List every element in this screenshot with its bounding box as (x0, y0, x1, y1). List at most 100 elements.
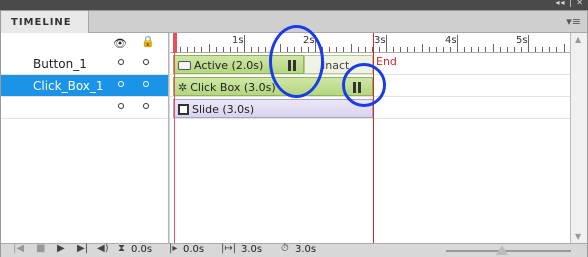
tab-timeline[interactable]: TIMELINE (1, 11, 89, 33)
window-controls[interactable]: ◂◂ | ✕ (555, 0, 584, 7)
playhead-line (174, 53, 175, 243)
ruler-tick (386, 35, 387, 52)
play-icon[interactable]: ▶ (57, 243, 65, 254)
visibility-dot[interactable] (118, 81, 124, 87)
ruler-tick (457, 35, 458, 52)
ruler-tick (187, 47, 189, 52)
ruler-tick (492, 44, 494, 52)
ruler-tick (449, 47, 451, 52)
stop-icon[interactable]: ■ (36, 243, 45, 254)
layer-list: 👁 🔒 Button_1 Click_Box_1 (1, 33, 169, 243)
zoom-slider[interactable] (446, 245, 571, 255)
ruler-tick (364, 47, 366, 52)
ruler-tick (563, 44, 565, 52)
vertical-scrollbar[interactable]: ▲ ▼ (570, 33, 587, 243)
lock-dot[interactable] (143, 59, 149, 65)
lock-icon[interactable]: 🔒 (141, 35, 155, 48)
ruler-tick (265, 47, 267, 52)
scroll-up-icon[interactable]: ▲ (575, 35, 581, 44)
lock-dot[interactable] (143, 103, 149, 109)
ruler-tick (229, 47, 231, 52)
timeline-footer: |◀ ■ ▶ ▶| ◀) ⧗ 0.0s |▸ 0.0s |↦| 3.0s ⏱ 3… (1, 243, 587, 257)
ruler-label-5s: 5s (516, 35, 528, 46)
active-label: Active (2.0s) (194, 59, 264, 72)
ruler-tick (442, 47, 444, 52)
layer-name: Click_Box_1 (33, 79, 104, 93)
ruler-tick (244, 35, 245, 52)
ruler-tick (180, 47, 182, 52)
ruler-tick (556, 47, 558, 52)
scroll-down-icon[interactable]: ▼ (575, 232, 581, 241)
end-label: End (376, 55, 397, 68)
ruler-tick (499, 47, 501, 52)
visibility-dot[interactable] (118, 103, 124, 109)
ruler-tick (520, 47, 522, 52)
audio-icon[interactable]: ◀) (97, 243, 109, 254)
ruler-label-3s: 3s (374, 35, 386, 46)
ruler-tick (528, 35, 529, 52)
ruler-tick (414, 47, 416, 52)
ruler-tick (350, 44, 352, 52)
slide-label: Slide (3.0s) (192, 103, 255, 116)
highlight-circle (269, 25, 324, 98)
ruler-tick (208, 44, 210, 52)
layer-name: Button_1 (33, 57, 87, 71)
time-current: 0.0s (131, 244, 153, 255)
timer-icon: ⏱ (281, 243, 289, 254)
time-ruler[interactable]: 1s 2s 3s 4s 5s (170, 33, 572, 53)
ruler-tick (258, 47, 260, 52)
ruler-tick (194, 47, 196, 52)
ruler-tick (201, 47, 203, 52)
ruler-tick (329, 47, 331, 52)
rewind-icon[interactable]: |◀ (13, 243, 24, 254)
ruler-label-1s: 1s (232, 35, 244, 46)
slide-bar[interactable]: Slide (3.0s) (173, 99, 373, 118)
panel-menu-icon[interactable]: ▾≡ (566, 15, 581, 28)
timeline-panel: TIMELINE ▾≡ 👁 🔒 Button_1 Click_Box_1 1s … (0, 10, 588, 257)
ruler-tick (407, 47, 409, 52)
ruler-tick (251, 47, 253, 52)
eye-icon[interactable]: 👁 (113, 37, 127, 50)
timeline-tracks: 1s 2s 3s 4s 5s Active (2.0s) Inact ✲ Clic… (170, 25, 572, 243)
ruler-tick (542, 47, 544, 52)
ruler-tick (236, 47, 238, 52)
layer-row-slide[interactable] (1, 97, 168, 119)
layer-row-click-box-1[interactable]: Click_Box_1 (1, 75, 168, 97)
layer-header: 👁 🔒 (1, 33, 168, 53)
ruler-tick (215, 47, 217, 52)
ruler-tick (222, 47, 224, 52)
slide-icon (178, 104, 189, 115)
ruler-tick (421, 44, 423, 52)
ruler-tick (343, 47, 345, 52)
ruler-tick (393, 47, 395, 52)
ruler-tick (464, 47, 466, 52)
lock-dot[interactable] (143, 81, 149, 87)
time-total: 3.0s (295, 244, 317, 255)
duration-icon: ⧗ (118, 243, 126, 254)
ruler-tick (549, 47, 551, 52)
layer-row-button-1[interactable]: Button_1 (1, 53, 168, 75)
ruler-tick (378, 47, 380, 52)
visibility-dot[interactable] (118, 59, 124, 65)
ruler-tick (435, 47, 437, 52)
ruler-tick (506, 47, 508, 52)
clickbox-label: Click Box (3.0s) (190, 81, 276, 94)
ruler-tick (428, 47, 430, 52)
ruler-tick (471, 47, 473, 52)
playhead-handle[interactable] (173, 33, 177, 53)
time-start: 0.0s (183, 244, 205, 255)
button-icon (178, 61, 191, 70)
ruler-tick (535, 47, 537, 52)
ruler-tick (478, 47, 480, 52)
ruler-tick (336, 47, 338, 52)
next-icon[interactable]: ▶| (77, 243, 88, 254)
time-length: 3.0s (241, 244, 263, 255)
ruler-tick (357, 47, 359, 52)
ruler-tick (400, 47, 402, 52)
zoom-slider-thumb[interactable] (496, 245, 509, 255)
click-box-icon: ✲ (178, 81, 188, 94)
window-titlebar: ◂◂ | ✕ (0, 0, 588, 10)
start-icon: |▸ (169, 243, 178, 254)
highlight-circle (342, 63, 386, 107)
length-icon: |↦| (221, 243, 237, 254)
